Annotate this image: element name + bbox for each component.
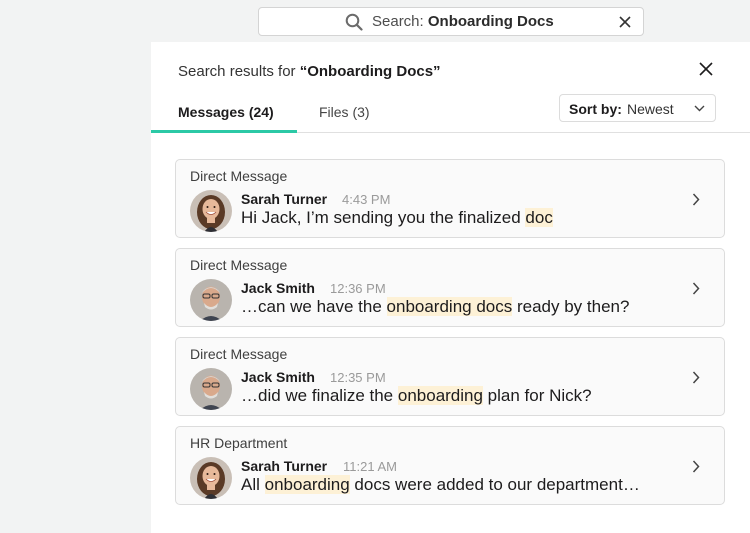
result-author: Sarah Turner	[241, 191, 328, 207]
avatar	[190, 368, 232, 410]
result-snippet: Hi Jack, I’m sending you the finalized d…	[241, 208, 553, 228]
chevron-down-icon	[694, 105, 705, 112]
result-channel: Direct Message	[190, 257, 288, 273]
snippet-text: ready by then?	[512, 297, 630, 316]
result-snippet: …can we have the onboarding docs ready b…	[241, 297, 629, 317]
result-time: 12:36 PM	[330, 281, 386, 296]
search-bar[interactable]: Search: Onboarding Docs	[258, 7, 644, 36]
avatar	[190, 279, 232, 321]
search-prefix: Search:	[372, 13, 424, 30]
active-tab-indicator	[151, 130, 297, 133]
chevron-right-icon	[692, 193, 700, 206]
snippet-text: All	[241, 475, 265, 494]
result-time: 12:35 PM	[330, 370, 386, 385]
panel-title: Search results for “Onboarding Docs”	[178, 63, 441, 80]
result-time: 4:43 PM	[342, 192, 391, 207]
search-icon	[345, 13, 363, 31]
result-item[interactable]: Direct Message Jack Smith 12:36 PM …can we …	[175, 248, 725, 327]
snippet-text: Hi Jack, I’m sending you the finalized	[241, 208, 526, 227]
result-author: Jack Smith	[241, 280, 315, 296]
search-query-value: Onboarding Docs	[427, 13, 554, 30]
search-results-panel: Search results for “Onboarding Docs” Mes…	[151, 42, 750, 533]
avatar	[190, 190, 232, 232]
chevron-right-icon	[692, 282, 700, 295]
tab-files[interactable]: Files (3)	[319, 104, 370, 120]
result-channel: Direct Message	[190, 346, 288, 362]
avatar	[190, 457, 232, 499]
result-author: Sarah Turner	[241, 458, 328, 474]
sort-dropdown[interactable]: Sort by: Newest	[559, 94, 716, 122]
result-item[interactable]: Direct Message Jack Smith 12:35 PM …did we …	[175, 337, 725, 416]
result-author: Jack Smith	[241, 369, 315, 385]
chevron-right-icon	[692, 460, 700, 473]
tab-messages[interactable]: Messages (24)	[178, 104, 274, 120]
panel-title-prefix: Search results for	[178, 63, 300, 80]
result-snippet: All onboarding docs were added to our de…	[241, 475, 640, 495]
snippet-text: …can we have the	[241, 297, 387, 316]
result-item[interactable]: HR Department Sarah Turner 11:21 AM All onb…	[175, 426, 725, 505]
close-icon[interactable]	[699, 62, 713, 76]
snippet-text: docs were added to our department…	[349, 475, 640, 494]
snippet-highlight: onboarding docs	[386, 297, 513, 316]
snippet-text: plan for Nick?	[482, 386, 592, 405]
result-channel: Direct Message	[190, 168, 288, 184]
snippet-highlight: onboarding	[264, 475, 350, 494]
snippet-highlight: onboarding	[397, 386, 483, 405]
snippet-highlight: doc	[525, 208, 553, 227]
close-icon[interactable]	[619, 16, 631, 28]
sort-label: Sort by:	[569, 101, 622, 117]
chevron-right-icon	[692, 371, 700, 384]
search-query: Search: Onboarding Docs	[372, 13, 554, 30]
result-snippet: …did we finalize the onboarding plan for…	[241, 386, 592, 406]
panel-title-query: “Onboarding Docs”	[299, 63, 441, 80]
result-time: 11:21 AM	[343, 459, 397, 474]
result-item[interactable]: Direct Message Sarah Turner 4:43 PM Hi Jack…	[175, 159, 725, 238]
result-channel: HR Department	[190, 435, 288, 451]
sort-value: Newest	[627, 101, 674, 117]
snippet-text: …did we finalize the	[241, 386, 398, 405]
